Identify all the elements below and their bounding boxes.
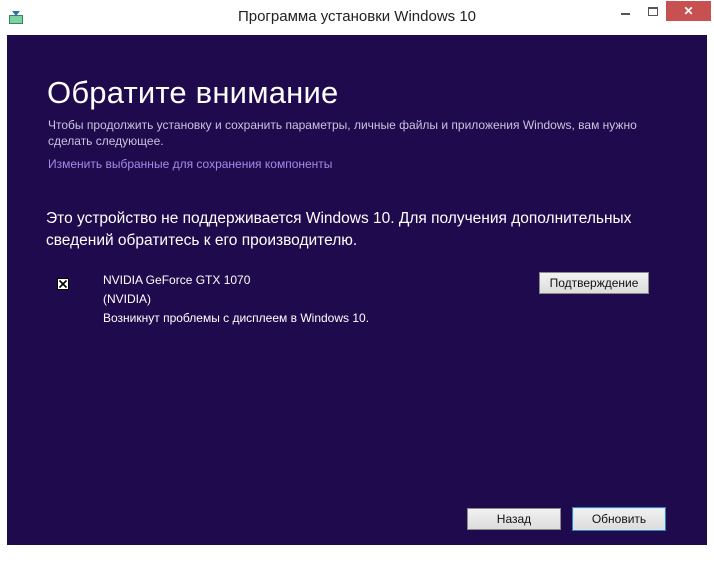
change-kept-items-link[interactable]: Изменить выбранные для сохранения компон… xyxy=(48,157,332,171)
device-vendor: (NVIDIA) xyxy=(103,292,151,306)
setup-content: Обратите внимание Чтобы продолжить устан… xyxy=(7,35,707,545)
window-title: Программа установки Windows 10 xyxy=(237,8,477,25)
setup-window: Программа установки Windows 10 ✕ Обратит… xyxy=(0,0,714,565)
confirm-button[interactable]: Подтверждение xyxy=(539,272,649,294)
maximize-button[interactable] xyxy=(640,1,666,21)
device-name: NVIDIA GeForce GTX 1070 xyxy=(103,273,251,287)
close-icon: ✕ xyxy=(683,4,694,18)
incompatible-icon xyxy=(57,278,69,290)
window-bottom-edge xyxy=(0,545,714,565)
unsupported-device-warning: Это устройство не поддерживается Windows… xyxy=(46,210,632,249)
page-title: Обратите внимание xyxy=(47,75,339,110)
close-button[interactable]: ✕ xyxy=(666,1,711,21)
minimize-button[interactable] xyxy=(612,1,638,21)
minimize-icon xyxy=(620,13,630,15)
back-button[interactable]: Назад xyxy=(467,508,561,530)
update-button[interactable]: Обновить xyxy=(572,507,666,531)
device-info: NVIDIA GeForce GTX 1070 (NVIDIA) Возникн… xyxy=(103,271,369,328)
device-issue: Возникнут проблемы с дисплеем в Windows … xyxy=(103,311,370,325)
title-bar[interactable]: Программа установки Windows 10 ✕ xyxy=(0,0,714,35)
maximize-icon xyxy=(648,6,658,16)
instruction-text: Чтобы продолжить установку и сохранить п… xyxy=(48,118,637,148)
